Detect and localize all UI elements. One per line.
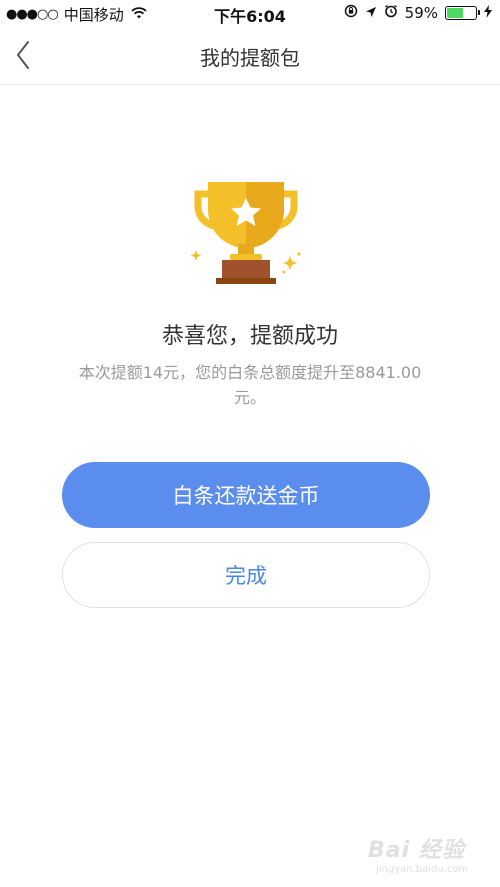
repay-get-coins-button[interactable]: 白条还款送金币 bbox=[62, 462, 430, 528]
alarm-icon bbox=[384, 4, 398, 22]
battery-percent: 59% bbox=[404, 4, 438, 22]
navigation-bar: 我的提额包 bbox=[0, 26, 500, 85]
location-icon bbox=[365, 4, 377, 22]
watermark-url: jingyan.baidu.com bbox=[376, 864, 469, 875]
battery-icon bbox=[445, 6, 480, 20]
watermark-logo-text: Bai 经验 bbox=[368, 838, 465, 863]
trophy-icon bbox=[186, 174, 306, 290]
done-button[interactable]: 完成 bbox=[62, 542, 430, 608]
page-title: 我的提额包 bbox=[200, 46, 300, 70]
success-description: 本次提额14元，您的白条总额度提升至8841.00元。 bbox=[78, 363, 422, 407]
battery-level-fill bbox=[447, 8, 463, 18]
success-title: 恭喜您，提额成功 bbox=[161, 324, 338, 349]
rotation-lock-icon bbox=[344, 4, 358, 22]
status-right: 59% bbox=[344, 4, 492, 22]
charging-icon bbox=[484, 4, 492, 22]
status-bar: ●●●○○ 中国移动 下午6:04 59% bbox=[0, 0, 500, 26]
baidu-jingyan-watermark: Bai 经验 jingyan.baidu.com bbox=[368, 832, 478, 882]
